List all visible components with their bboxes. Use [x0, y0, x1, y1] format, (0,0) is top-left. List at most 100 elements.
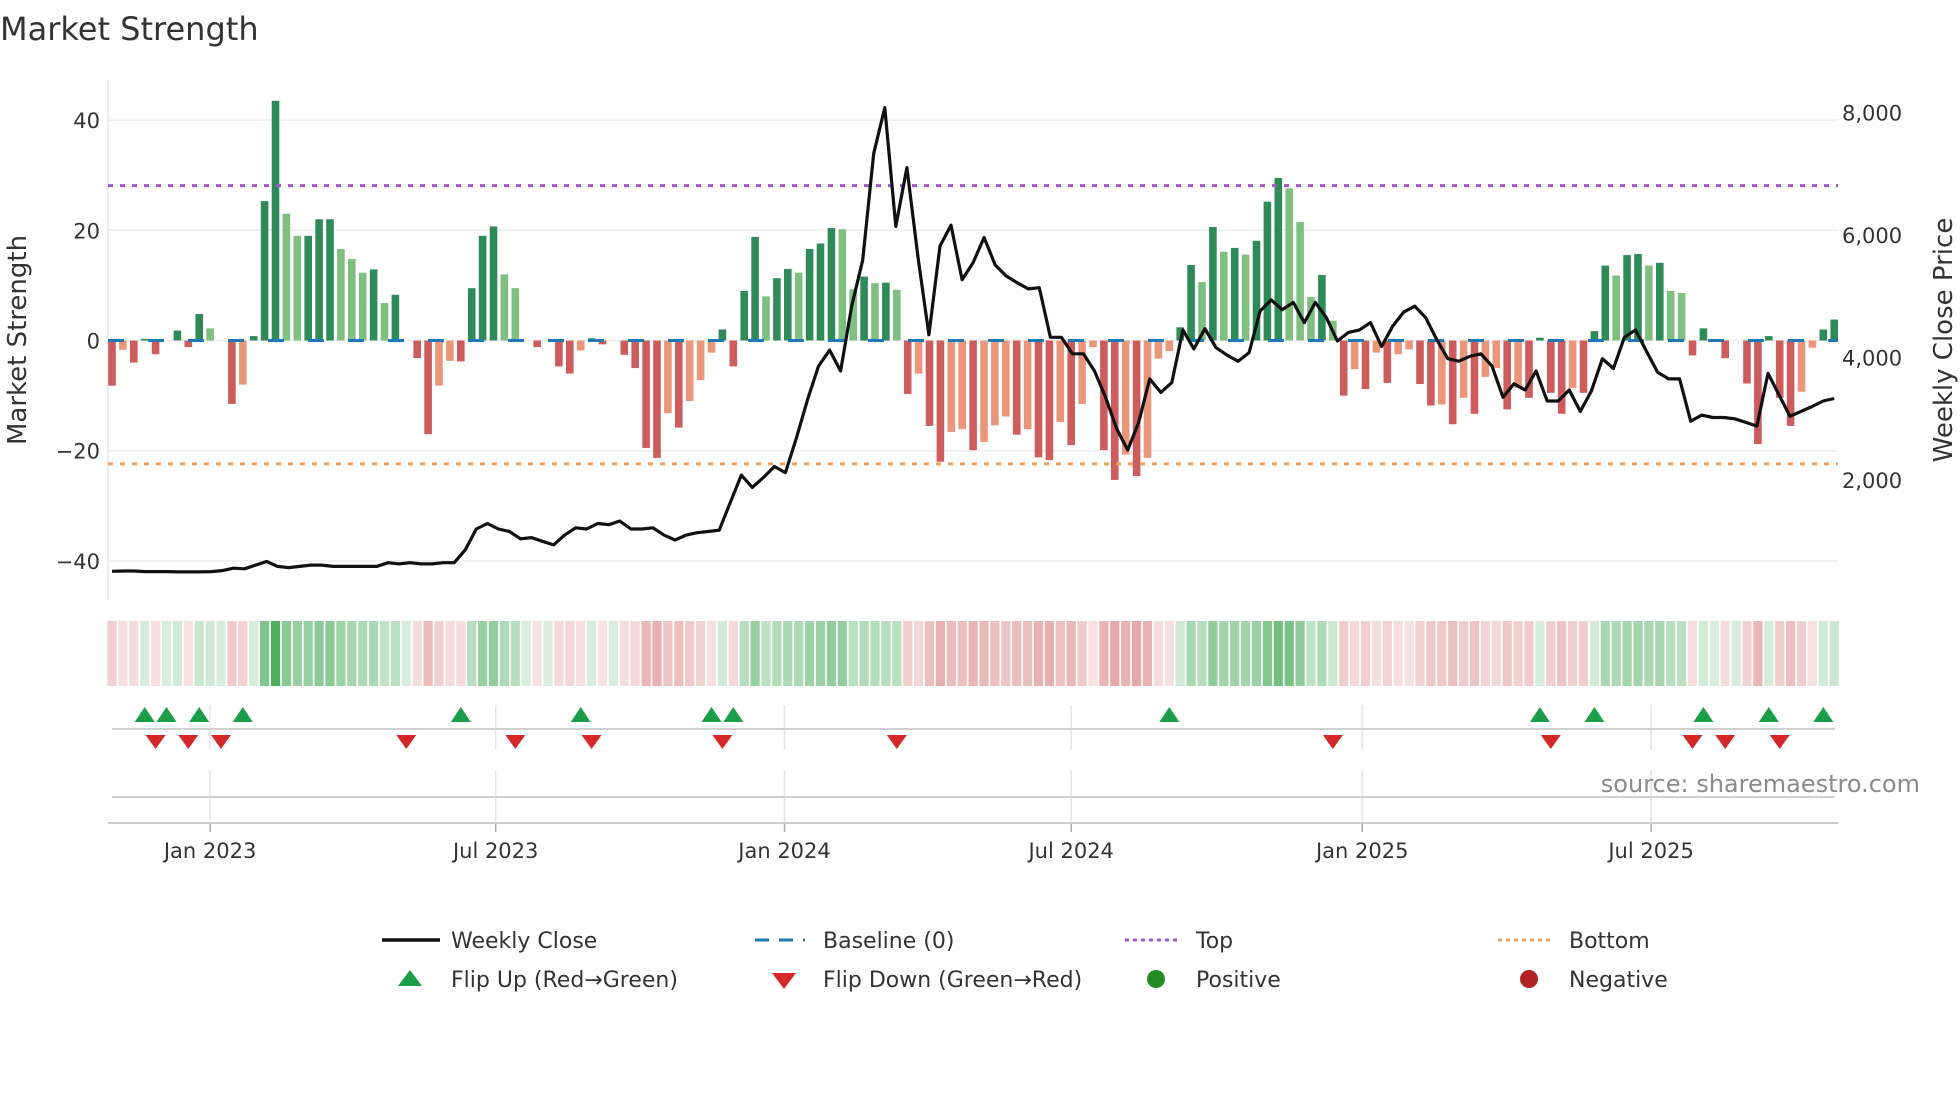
x-tick-label: Jul 2023 [451, 839, 538, 863]
x-axis: Jan 2023 Jul 2023 Jan 2024 Jul 2024 Jan 2025… [108, 705, 1838, 863]
heat-cell [1807, 621, 1817, 686]
strength-bar [1721, 340, 1729, 359]
strength-bar [816, 243, 825, 341]
heat-cell [1088, 621, 1098, 686]
x-tick-label: Jan 2023 [162, 839, 257, 863]
strength-bar [696, 340, 705, 381]
y2-tick-label: 2,000 [1842, 469, 1902, 493]
y-axis-label: Market Strength [3, 235, 33, 445]
strength-bar [1536, 337, 1544, 341]
heat-cell [554, 621, 564, 686]
strength-bar [260, 201, 269, 341]
flip-down-marker [1769, 735, 1790, 749]
heat-cell [1371, 621, 1381, 686]
strength-bar [1285, 188, 1293, 341]
heat-cell [1033, 621, 1044, 686]
heat-cell [903, 621, 913, 686]
heat-cell [1709, 621, 1719, 686]
legend-flip-down: Flip Down (Green→Red) [823, 968, 1082, 993]
strength-bar [1568, 340, 1577, 388]
heat-cell [521, 621, 531, 686]
heat-cell [1339, 621, 1349, 686]
heat-cell [183, 621, 193, 686]
heat-cell [805, 621, 815, 686]
y-tick-label: 0 [87, 330, 100, 354]
flip-down-marker [581, 735, 602, 749]
heat-cell [1764, 621, 1774, 686]
strength-bar [1383, 340, 1392, 383]
strength-bar [751, 236, 759, 341]
strength-bar [936, 340, 945, 462]
strength-bar [489, 226, 498, 341]
strength-bar [882, 282, 890, 341]
heat-cell [1066, 621, 1076, 686]
strength-bars [108, 100, 1838, 480]
heat-cell [303, 621, 313, 686]
heat-cell [1241, 621, 1251, 686]
strength-bar [1350, 340, 1359, 370]
heat-cell [369, 621, 379, 686]
strength-bar [282, 213, 291, 341]
heat-cell [924, 621, 935, 686]
legend-flip-down-icon [772, 973, 796, 989]
heat-cell [1360, 621, 1371, 686]
heat-cell [794, 621, 804, 686]
strength-bar [773, 278, 781, 341]
heat-cell [412, 621, 422, 686]
heat-cell [1295, 621, 1305, 686]
heat-cell [1578, 621, 1589, 686]
heat-cell [379, 621, 390, 686]
heat-cell [1775, 621, 1785, 686]
heat-cell [1437, 621, 1447, 686]
heat-cell [1219, 621, 1229, 686]
heat-cell [118, 621, 128, 686]
y2-tick-label: 4,000 [1842, 347, 1902, 371]
strength-bar [1187, 265, 1195, 341]
heat-cell [717, 621, 727, 686]
heat-cell [870, 621, 880, 686]
strength-bar [893, 289, 901, 341]
strength-bar [740, 290, 748, 341]
heat-cell [1208, 621, 1218, 686]
strength-bar [424, 340, 432, 435]
heat-cell [1535, 621, 1545, 686]
heat-cell [1786, 621, 1796, 686]
strength-bar [827, 228, 836, 341]
strength-bar [500, 274, 509, 341]
flip-up-marker [1159, 707, 1180, 722]
strength-bar [1339, 340, 1348, 396]
strength-bar [653, 340, 661, 458]
heat-cell [347, 621, 357, 686]
strength-bar [1078, 340, 1086, 404]
heat-cell [1251, 621, 1262, 686]
strength-bar [925, 340, 934, 426]
legend-bottom: Bottom [1569, 929, 1650, 954]
source-text: source: sharemaestro.com [1601, 770, 1920, 798]
flip-down-marker [145, 735, 166, 749]
heat-cell [467, 621, 477, 686]
heat-cell [216, 621, 226, 686]
heat-cell [1284, 621, 1294, 686]
strength-bar [1111, 340, 1119, 480]
flip-down-marker [1682, 735, 1703, 749]
strength-bar [1514, 340, 1522, 388]
flip-up-marker [1584, 707, 1605, 722]
strength-bar [533, 340, 541, 348]
heat-cell [1001, 621, 1011, 686]
x-tick-label: Jan 2024 [736, 839, 831, 863]
strength-bar [620, 340, 629, 355]
heat-cell [172, 621, 182, 686]
strength-bar [1220, 251, 1228, 341]
flip-down-marker [505, 735, 526, 749]
heat-cell [325, 621, 335, 686]
strength-bar [151, 340, 160, 355]
flip-up-marker [189, 707, 210, 722]
strength-bar [1394, 340, 1402, 355]
heat-cell [859, 621, 869, 686]
strength-bar [762, 296, 770, 341]
strength-bar [685, 340, 694, 402]
heat-cell [641, 621, 651, 686]
heat-cell [401, 621, 411, 686]
heat-cell [837, 621, 847, 686]
heat-cell [772, 621, 782, 686]
